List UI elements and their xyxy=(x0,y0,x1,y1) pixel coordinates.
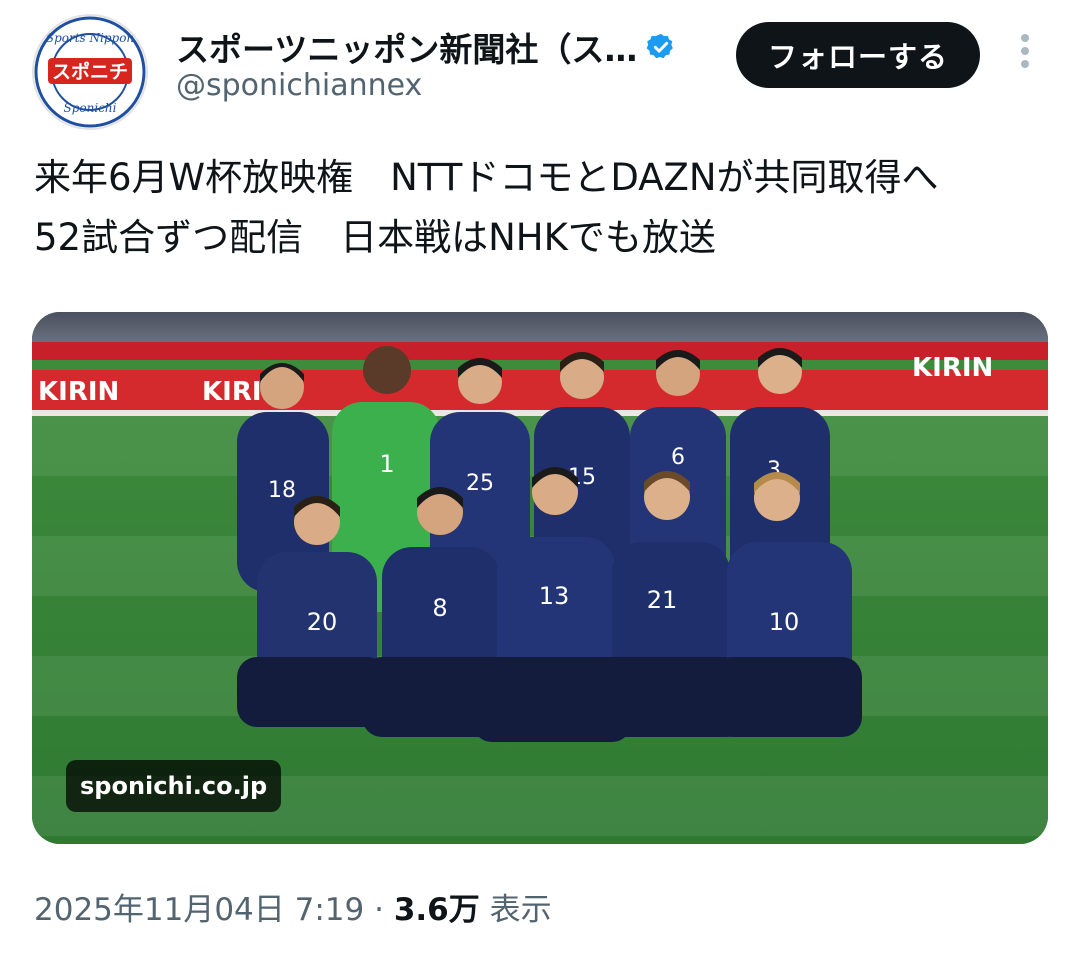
author-name-row: スポーツニッポン新聞社（ス… xyxy=(176,24,676,70)
verified-badge-icon xyxy=(646,33,673,59)
tweet-text: 来年6月W杯放映権 NTTドコモとDAZNが共同取得へ 52試合ずつ配信 日本戦… xyxy=(34,148,1044,268)
more-vertical-icon[interactable] xyxy=(1010,34,1040,74)
player-number: 8 xyxy=(432,594,447,622)
views-label: 表示 xyxy=(479,892,552,928)
tweet-meta: 2025年11月04日 7:19 · 3.6万 表示 xyxy=(34,884,552,929)
tweet-page: Sports Nippon スポニチ Sponichi スポーツニッポン新聞社（… xyxy=(0,0,1080,954)
avatar-text-bottom: Sponichi xyxy=(64,101,117,115)
tweet-media-photo[interactable]: KIRIN KIRIN KIRIN 18 1 25 15 6 3 20 8 13… xyxy=(32,312,1048,844)
tweet-timestamp[interactable]: 2025年11月04日 7:19 xyxy=(34,892,364,928)
avatar-text-top: Sports Nippon xyxy=(46,31,134,45)
player-number: 10 xyxy=(769,608,800,636)
meta-separator: · xyxy=(364,892,394,928)
tweet-text-line-1: 来年6月W杯放映権 NTTドコモとDAZNが共同取得へ xyxy=(34,156,939,199)
author-avatar[interactable]: Sports Nippon スポニチ Sponichi xyxy=(32,14,148,130)
author-display-name[interactable]: スポーツニッポン新聞社（ス… xyxy=(176,23,636,71)
follow-button[interactable]: フォローする xyxy=(736,22,980,88)
kirin-ad-board xyxy=(32,370,1048,410)
tweet-text-line-2: 52試合ずつ配信 日本戦はNHKでも放送 xyxy=(34,216,716,259)
player-number: 20 xyxy=(307,608,338,636)
front-row-players: 20 8 13 21 10 xyxy=(237,467,862,742)
player-number: 1 xyxy=(379,450,394,478)
avatar-text-mid: スポニチ xyxy=(52,60,128,83)
player-number: 25 xyxy=(466,471,494,496)
player-number: 13 xyxy=(539,582,570,610)
player-number: 18 xyxy=(268,478,296,503)
board-text-3: KIRIN xyxy=(912,353,993,383)
author-handle[interactable]: @sponichiannex xyxy=(176,68,422,103)
player-number: 21 xyxy=(647,586,678,614)
upper-ad-board xyxy=(32,342,1048,360)
media-source-label[interactable]: sponichi.co.jp xyxy=(66,760,282,812)
views-count: 3.6万 xyxy=(393,892,480,928)
player-number: 6 xyxy=(671,445,685,470)
board-text-1: KIRIN xyxy=(38,377,119,407)
